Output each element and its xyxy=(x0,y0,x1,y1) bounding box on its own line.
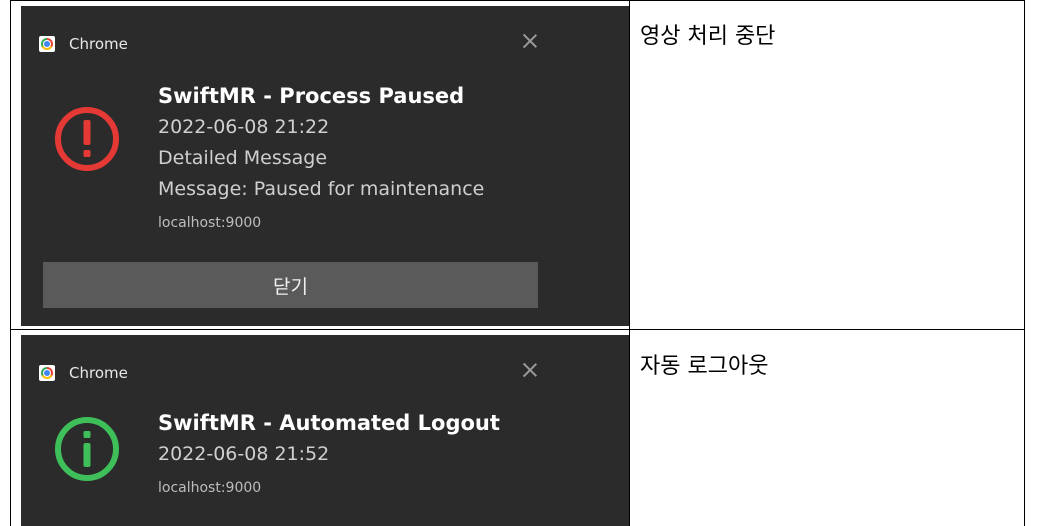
error-exclamation-icon xyxy=(55,107,119,171)
notification-body: SwiftMR - Automated Logout 2022-06-08 21… xyxy=(158,407,500,500)
notification-title: SwiftMR - Process Paused xyxy=(158,84,465,108)
notification-body: SwiftMR - Process Paused 2022-06-08 21:2… xyxy=(158,80,484,235)
table-border-top xyxy=(10,0,1025,1)
info-icon xyxy=(55,417,119,481)
notification-detail-heading: Detailed Message xyxy=(158,147,328,169)
app-name: Chrome xyxy=(69,35,128,53)
row-caption-automated-logout: 자동 로그아웃 xyxy=(640,354,769,379)
table-border-middle xyxy=(629,0,630,526)
notification-source: localhost:9000 xyxy=(158,480,262,496)
table-row-divider xyxy=(10,329,1025,330)
notification-process-paused[interactable]: Chrome SwiftMR - Process Paused 2022-06-… xyxy=(21,6,629,326)
close-icon[interactable] xyxy=(519,359,541,381)
chrome-icon xyxy=(39,36,55,52)
app-name: Chrome xyxy=(69,364,128,382)
table-border-right xyxy=(1024,0,1025,526)
table-border-left xyxy=(10,0,11,526)
close-icon[interactable] xyxy=(519,30,541,52)
row-caption-process-paused: 영상 처리 중단 xyxy=(640,24,776,49)
notification-source: localhost:9000 xyxy=(158,215,262,231)
notification-header: Chrome xyxy=(39,34,128,54)
notification-timestamp: 2022-06-08 21:22 xyxy=(158,116,330,138)
notification-title: SwiftMR - Automated Logout xyxy=(158,411,500,435)
close-button[interactable]: 닫기 xyxy=(43,262,538,308)
notification-automated-logout[interactable]: Chrome SwiftMR - Automated Logout 2022-0… xyxy=(21,335,629,526)
notification-header: Chrome xyxy=(39,363,128,383)
notification-detail-message: Message: Paused for maintenance xyxy=(158,178,485,200)
chrome-icon xyxy=(39,365,55,381)
notification-timestamp: 2022-06-08 21:52 xyxy=(158,443,330,465)
